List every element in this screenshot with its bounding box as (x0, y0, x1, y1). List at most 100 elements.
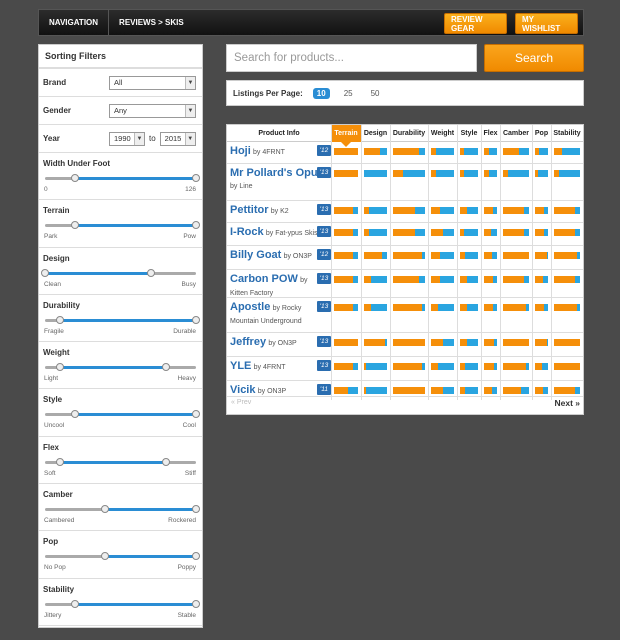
slider-min-handle[interactable] (56, 363, 65, 372)
table-row[interactable]: Mr Pollard's Opus by Line '13 (227, 164, 583, 201)
rating-bar-fill (393, 229, 416, 236)
rating-bar-fill (393, 170, 403, 177)
product-brand: by ON3P (268, 340, 297, 347)
rating-bar (393, 148, 425, 155)
slider-max-handle[interactable] (146, 268, 155, 277)
table-row[interactable]: Apostle by Rocky Mountain Underground '13 (227, 298, 583, 333)
slider-min-handle[interactable] (101, 552, 110, 561)
column-header-stability[interactable]: Stability (551, 125, 583, 142)
breadcrumb[interactable]: REVIEWS > SKIS (109, 18, 194, 27)
rating-bar (554, 276, 580, 283)
slider-track[interactable] (41, 268, 196, 277)
slider-min-handle[interactable] (71, 221, 80, 230)
slider-max-handle[interactable] (192, 552, 200, 561)
review-gear-button[interactable]: REVIEW GEAR (444, 13, 507, 34)
rating-bar (535, 229, 548, 236)
rating-bar (364, 252, 387, 259)
rating-bar (431, 363, 454, 370)
rating-bar (535, 387, 548, 394)
slider-min-handle[interactable] (71, 410, 80, 419)
slider-min-handle[interactable] (101, 505, 110, 514)
rating-bar-fill (334, 252, 354, 259)
table-row[interactable]: Jeffrey by ON3P '13 (227, 333, 583, 357)
slider-label: Style (43, 395, 63, 405)
slider-track[interactable] (45, 599, 200, 608)
product-name-link[interactable]: I-Rock (230, 226, 264, 238)
product-name-link[interactable]: YLE (230, 360, 251, 372)
rating-bar (460, 148, 478, 155)
column-header-style[interactable]: Style (457, 125, 481, 142)
product-name-link[interactable]: Mr Pollard's Opus (230, 167, 324, 179)
rating-bar-fill (554, 207, 575, 214)
rating-bar-fill (460, 148, 464, 155)
slider-max-handle[interactable] (192, 174, 200, 182)
year-to-select[interactable]: 2015 ▼ (159, 131, 196, 146)
column-header-durability[interactable]: Durability (390, 125, 428, 142)
column-header-terrain[interactable]: Terrain (331, 125, 361, 147)
slider-min-handle[interactable] (71, 599, 80, 608)
column-header-weight[interactable]: Weight (428, 125, 457, 142)
year-from-select[interactable]: 1990 ▼ (109, 131, 145, 146)
slider-max-handle[interactable] (161, 363, 170, 372)
year-badge: '11 (317, 384, 331, 395)
listings-option-10[interactable]: 10 (312, 87, 330, 99)
slider-track[interactable] (45, 315, 200, 324)
slider-track[interactable] (45, 221, 200, 230)
navigation-menu[interactable]: NAVIGATION (39, 10, 110, 35)
next-page-link[interactable]: Next » (554, 398, 580, 408)
column-header-design[interactable]: Design (361, 125, 390, 142)
product-name-link[interactable]: Jeffrey (230, 336, 266, 348)
slider-min-label: Soft (44, 469, 56, 477)
table-row[interactable]: I-Rock by Fat-ypus Skis '13 (227, 223, 583, 246)
slider-track[interactable] (45, 363, 196, 372)
rating-bar (334, 170, 358, 177)
slider-min-handle[interactable] (56, 457, 65, 466)
slider-min-handle[interactable] (71, 174, 80, 182)
product-name-link[interactable]: Hoji (230, 145, 251, 157)
rating-bar-fill (535, 207, 545, 214)
rating-bar-fill (460, 207, 468, 214)
search-input[interactable]: Search for products... (226, 44, 477, 72)
slider-track[interactable] (45, 174, 200, 182)
slider-max-handle[interactable] (192, 505, 200, 514)
chevron-down-icon: ▼ (134, 132, 144, 145)
slider-max-handle[interactable] (192, 315, 200, 324)
gender-select[interactable]: Any ▼ (109, 103, 196, 118)
product-name-link[interactable]: Carbon POW (230, 273, 298, 285)
rating-bar (393, 229, 425, 236)
rating-bar (535, 148, 548, 155)
rating-bar-fill (503, 252, 529, 259)
table-row[interactable]: Billy Goat by ON3P '12 (227, 246, 583, 270)
rating-bar-fill (334, 148, 358, 155)
rating-bar-fill (431, 170, 436, 177)
rating-bar (554, 170, 580, 177)
slider-track[interactable] (45, 457, 196, 466)
slider-min-handle[interactable] (56, 315, 65, 324)
slider-max-handle[interactable] (192, 410, 200, 419)
product-name-link[interactable]: Billy Goat (230, 249, 281, 261)
slider-track[interactable] (45, 505, 200, 514)
table-row[interactable]: Pettitor by K2'13 (227, 201, 583, 223)
column-header-camber[interactable]: Camber (500, 125, 532, 142)
slider-min-handle[interactable] (41, 268, 49, 277)
slider-max-handle[interactable] (192, 599, 200, 608)
product-name-link[interactable]: Pettitor (230, 204, 269, 216)
my-wishlist-button[interactable]: MY WISHLIST (515, 13, 578, 34)
slider-track[interactable] (45, 552, 200, 561)
rating-bar (484, 363, 497, 370)
slider-track[interactable] (45, 410, 200, 419)
search-button[interactable]: Search (484, 44, 584, 72)
listings-option-25[interactable]: 25 (340, 88, 357, 99)
listings-option-50[interactable]: 50 (367, 88, 384, 99)
prev-page-link[interactable]: « Prev (231, 399, 251, 406)
table-row[interactable]: YLE by 4FRNT '13 (227, 357, 583, 381)
table-row[interactable]: Hoji by 4FRNT '12 (227, 142, 583, 164)
table-row[interactable]: Carbon POW by Kitten Factory '13 (227, 270, 583, 298)
column-header-pop[interactable]: Pop (532, 125, 551, 142)
slider-max-handle[interactable] (192, 221, 200, 230)
brand-select[interactable]: All ▼ (109, 75, 196, 90)
product-name-link[interactable]: Apostle (230, 301, 270, 313)
rating-bar-fill (334, 363, 354, 370)
slider-max-handle[interactable] (161, 457, 170, 466)
column-header-flex[interactable]: Flex (481, 125, 500, 142)
